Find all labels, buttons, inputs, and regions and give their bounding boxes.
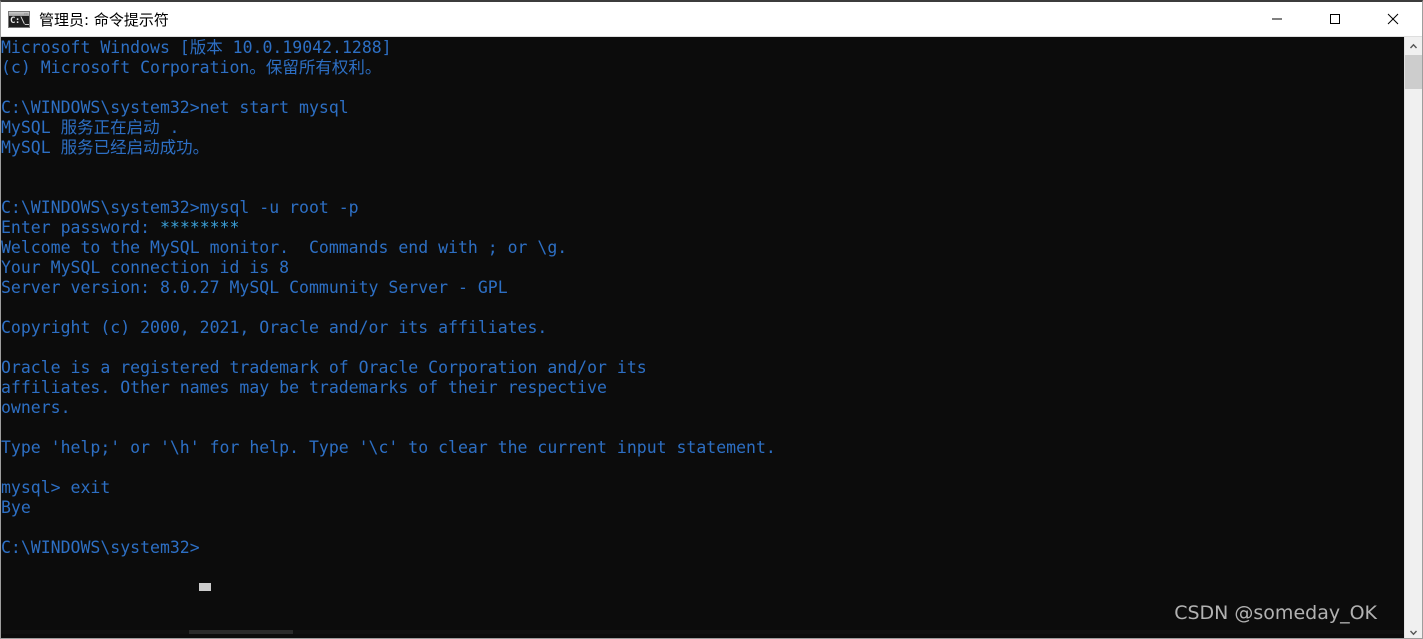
chevron-down-icon xyxy=(1409,630,1418,635)
console-line: Copyright (c) 2000, 2021, Oracle and/or … xyxy=(1,318,548,337)
console-line: mysql> exit xyxy=(1,478,111,497)
console-line: MySQL 服务正在启动 . xyxy=(1,118,180,137)
console-line: Your MySQL connection id is 8 xyxy=(1,258,290,277)
console-output-area[interactable]: Microsoft Windows [版本 10.0.19042.1288] (c… xyxy=(1,37,1405,634)
minimize-button[interactable] xyxy=(1248,2,1306,36)
console-line: Server version: 8.0.27 MySQL Community S… xyxy=(1,278,508,297)
close-button[interactable] xyxy=(1364,2,1422,36)
password-mask: ******** xyxy=(159,218,240,237)
scroll-down-button[interactable] xyxy=(1405,623,1422,638)
chevron-up-icon xyxy=(1409,43,1418,48)
console-line: MySQL 服务已经启动成功。 xyxy=(1,138,210,157)
close-icon xyxy=(1387,13,1399,25)
console-text: Microsoft Windows [版本 10.0.19042.1288] (c… xyxy=(1,38,776,558)
command-prompt-window: ▫▫ C:\_ 管理员: 命令提示符 Microsoft Windows [版本… xyxy=(0,0,1423,639)
console-line: Welcome to the MySQL monitor. Commands e… xyxy=(1,238,568,257)
title-bar[interactable]: ▫▫ C:\_ 管理员: 命令提示符 xyxy=(1,2,1422,37)
window-controls xyxy=(1248,2,1422,36)
text-cursor xyxy=(199,583,211,591)
minimize-icon xyxy=(1272,18,1282,20)
console-line: Type 'help;' or '\h' for help. Type '\c'… xyxy=(1,438,776,457)
console-line: C:\WINDOWS\system32> xyxy=(1,538,200,557)
console-line: affiliates. Other names may be trademark… xyxy=(1,378,607,397)
console-line: (c) Microsoft Corporation。保留所有权利。 xyxy=(1,58,382,77)
console-line: Enter password: ******** xyxy=(1,218,240,237)
maximize-icon xyxy=(1330,14,1340,24)
console-line: Microsoft Windows [版本 10.0.19042.1288] xyxy=(1,38,392,57)
console-line: C:\WINDOWS\system32>mysql -u root -p xyxy=(1,198,359,217)
console-line: Bye xyxy=(1,498,31,517)
window-title: 管理员: 命令提示符 xyxy=(39,10,169,29)
horizontal-scrollbar-thumb[interactable] xyxy=(189,630,293,634)
icon-prompt-glyph: C:\_ xyxy=(10,15,30,26)
vertical-scrollbar[interactable] xyxy=(1404,37,1422,638)
title-bar-left: ▫▫ C:\_ 管理员: 命令提示符 xyxy=(1,9,1248,30)
console-line: C:\WINDOWS\system32>net start mysql xyxy=(1,98,349,117)
console-line: Oracle is a registered trademark of Orac… xyxy=(1,358,647,377)
horizontal-scrollbar[interactable] xyxy=(1,630,1405,634)
watermark: CSDN @someday_OK xyxy=(1174,602,1377,624)
maximize-button[interactable] xyxy=(1306,2,1364,36)
vertical-scrollbar-thumb[interactable] xyxy=(1405,55,1422,89)
scroll-up-button[interactable] xyxy=(1405,37,1422,55)
cmd-console-icon: ▫▫ C:\_ xyxy=(8,10,30,28)
console-line: owners. xyxy=(1,398,71,417)
vertical-scrollbar-track[interactable] xyxy=(1405,89,1422,623)
